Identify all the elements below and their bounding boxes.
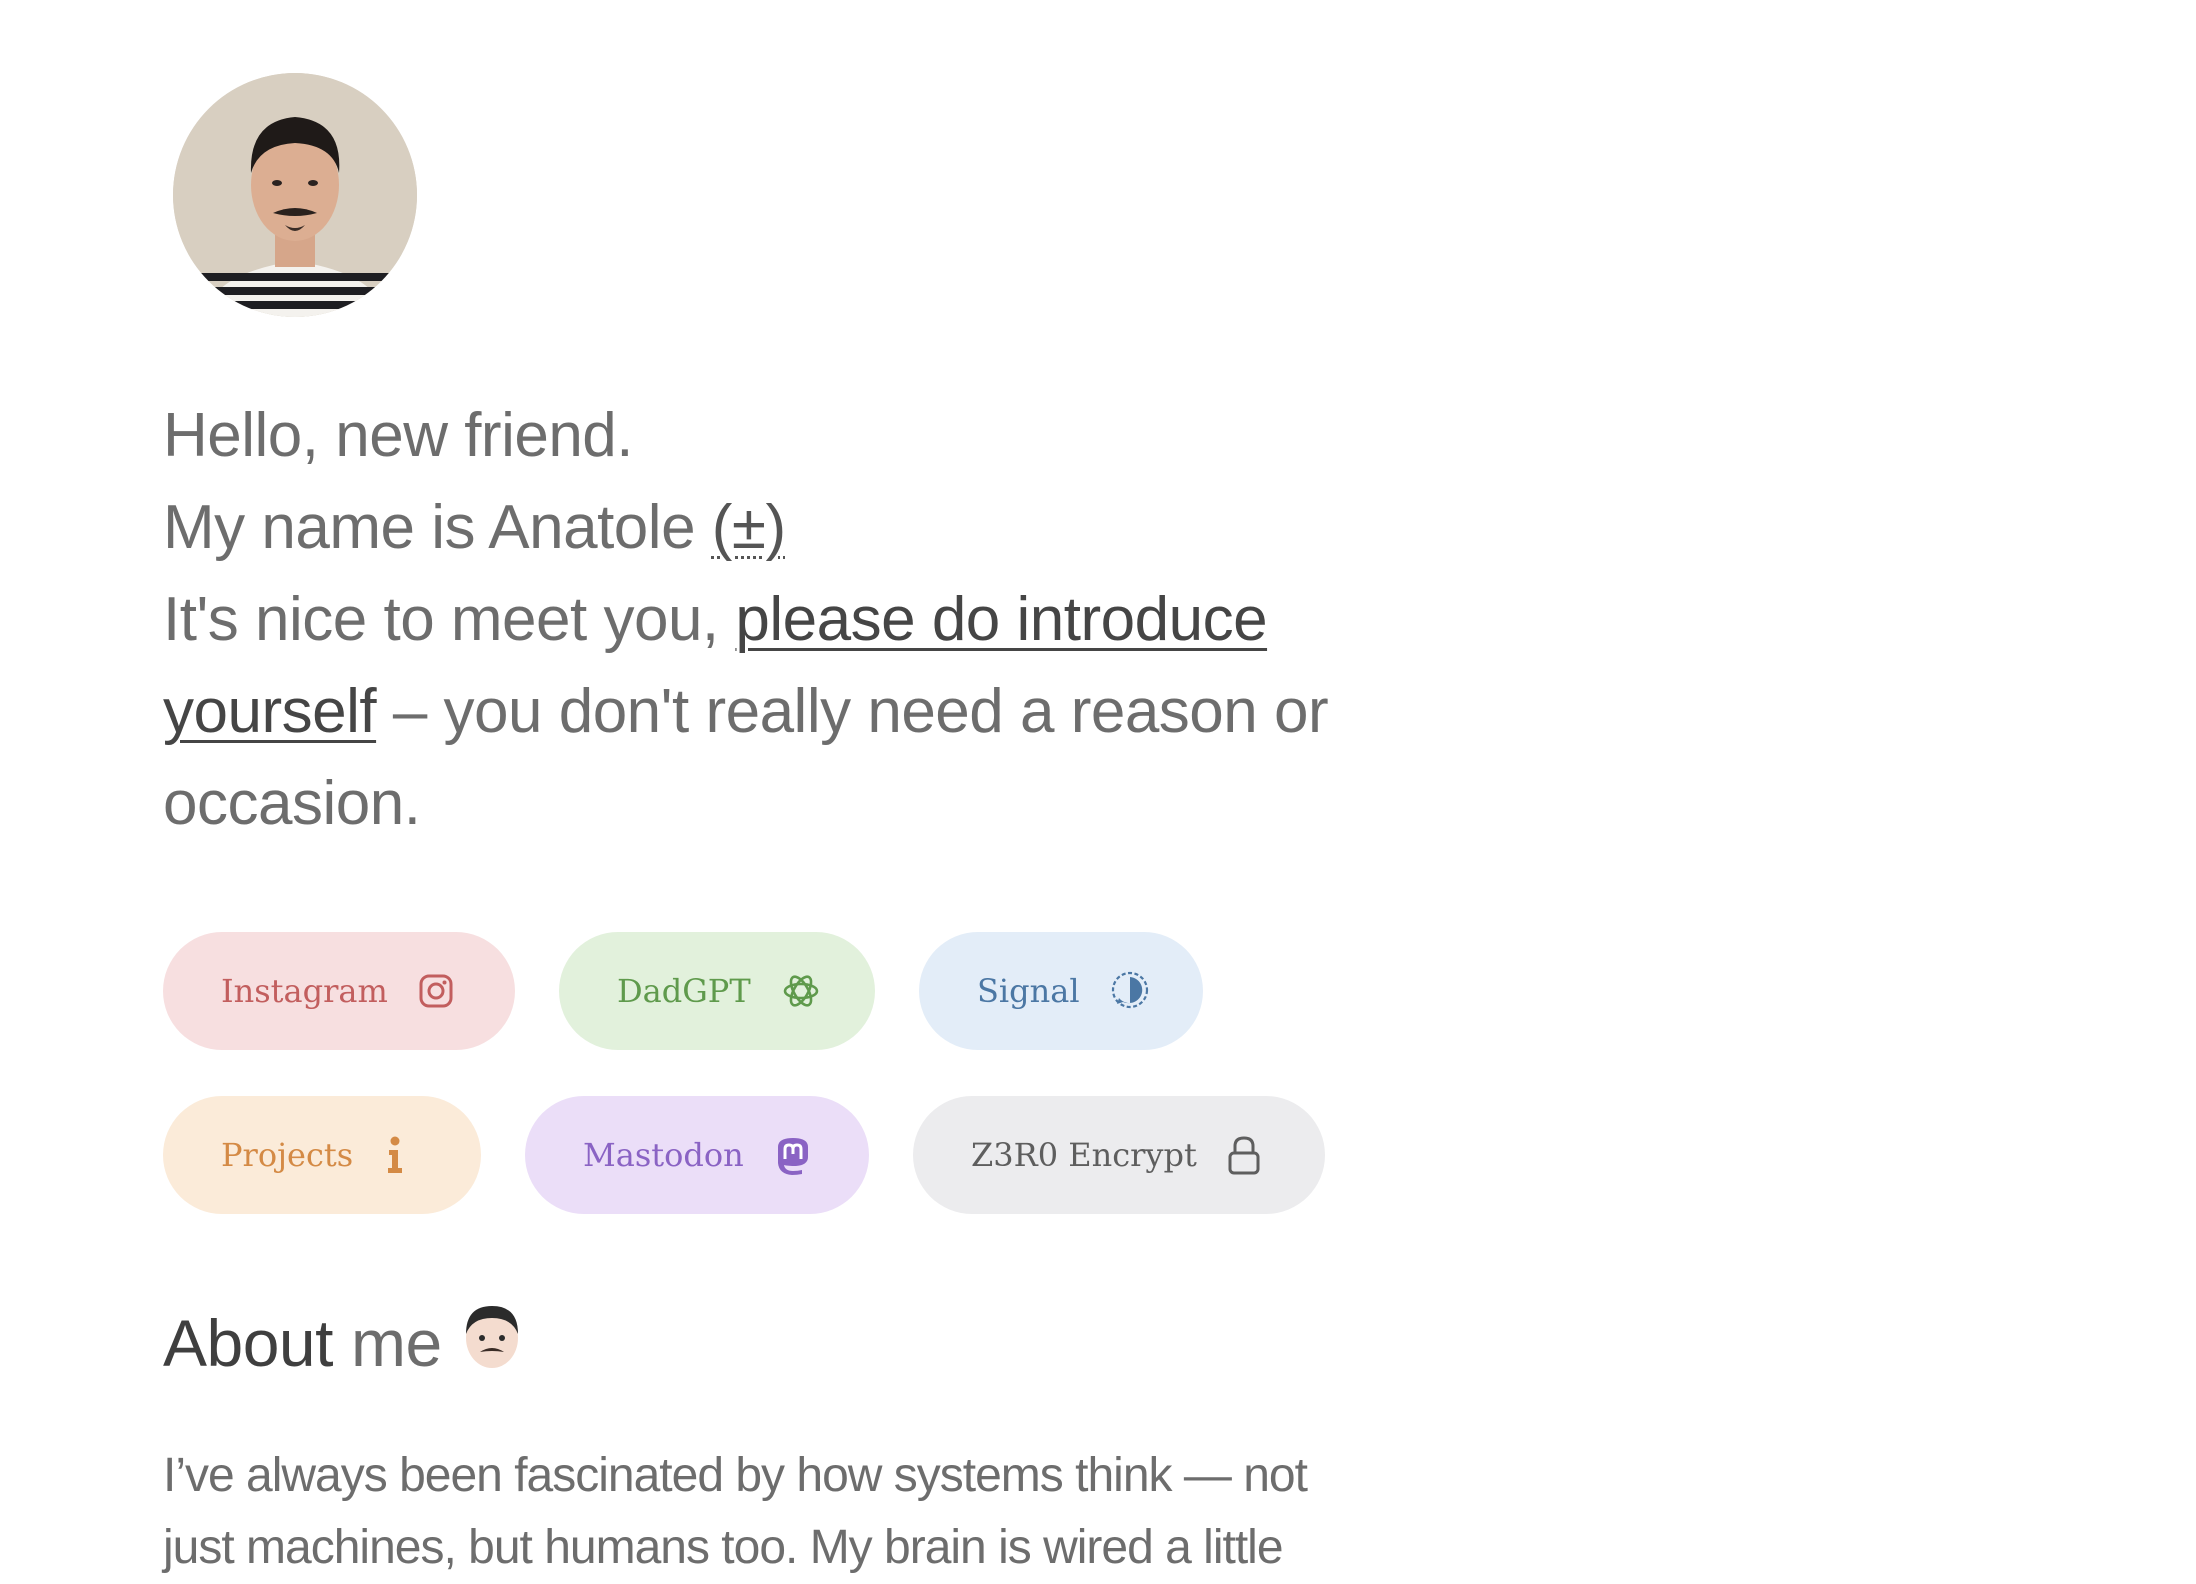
openai-icon xyxy=(781,971,821,1011)
projects-button[interactable]: Projects xyxy=(163,1096,481,1214)
introduce-link-continued[interactable]: yourself xyxy=(163,677,377,746)
signal-label: Signal xyxy=(977,972,1080,1010)
dadgpt-button[interactable]: DadGPT xyxy=(559,932,875,1050)
mastodon-button[interactable]: Mastodon xyxy=(525,1096,869,1214)
instagram-label: Instagram xyxy=(221,972,388,1010)
dadgpt-label: DadGPT xyxy=(617,972,751,1010)
social-links-row-1: Instagram DadGPT Signal xyxy=(163,932,1423,1050)
about-paragraph-line-2: just machines, but humans too. My brain … xyxy=(163,1521,1284,1574)
greeting: Hello, new friend. xyxy=(163,401,634,470)
meet-line: It's nice to meet you, please do introdu… xyxy=(163,574,1423,666)
about-title-light: me xyxy=(350,1305,442,1380)
mastodon-icon xyxy=(774,1135,812,1175)
profile-avatar xyxy=(173,73,417,317)
about-paragraph-line-1: I’ve always been fascinated by how syste… xyxy=(163,1449,1308,1502)
introduce-link[interactable]: please do introduce xyxy=(735,585,1267,654)
social-links-row-2: Projects Mastodon Z3R0 Encrypt xyxy=(163,1096,1423,1214)
about-paragraph: I’ve always been fascinated by how syste… xyxy=(163,1440,1423,1584)
signal-button[interactable]: Signal xyxy=(919,932,1203,1050)
name-line: My name is Anatole (±) xyxy=(163,482,1423,574)
mastodon-label: Mastodon xyxy=(583,1136,744,1174)
intro-text: Hello, new friend. My name is Anatole (±… xyxy=(163,390,1423,850)
z3r0-encrypt-label: Z3R0 Encrypt xyxy=(971,1136,1197,1174)
about-title-bold: About xyxy=(163,1305,333,1380)
meet-prefix: It's nice to meet you, xyxy=(163,585,736,654)
instagram-button[interactable]: Instagram xyxy=(163,932,515,1050)
lock-icon xyxy=(1227,1135,1261,1175)
man-emoji-icon xyxy=(460,1300,524,1385)
instagram-icon xyxy=(418,973,454,1009)
name-prefix: My name is Anatole xyxy=(163,493,712,562)
name-pronunciation-toggle[interactable]: (±) xyxy=(712,493,786,562)
meet-end: occasion. xyxy=(163,769,421,838)
z3r0-encrypt-button[interactable]: Z3R0 Encrypt xyxy=(913,1096,1325,1214)
info-icon xyxy=(383,1135,407,1175)
projects-label: Projects xyxy=(221,1136,354,1174)
about-heading: About me xyxy=(163,1300,524,1385)
meet-line-2: yourself – you don't really need a reaso… xyxy=(163,666,1423,758)
social-links: Instagram DadGPT Signal Projects Mastodo… xyxy=(163,932,1423,1260)
meet-suffix: – you don't really need a reason or xyxy=(376,677,1329,746)
signal-icon xyxy=(1110,971,1150,1011)
